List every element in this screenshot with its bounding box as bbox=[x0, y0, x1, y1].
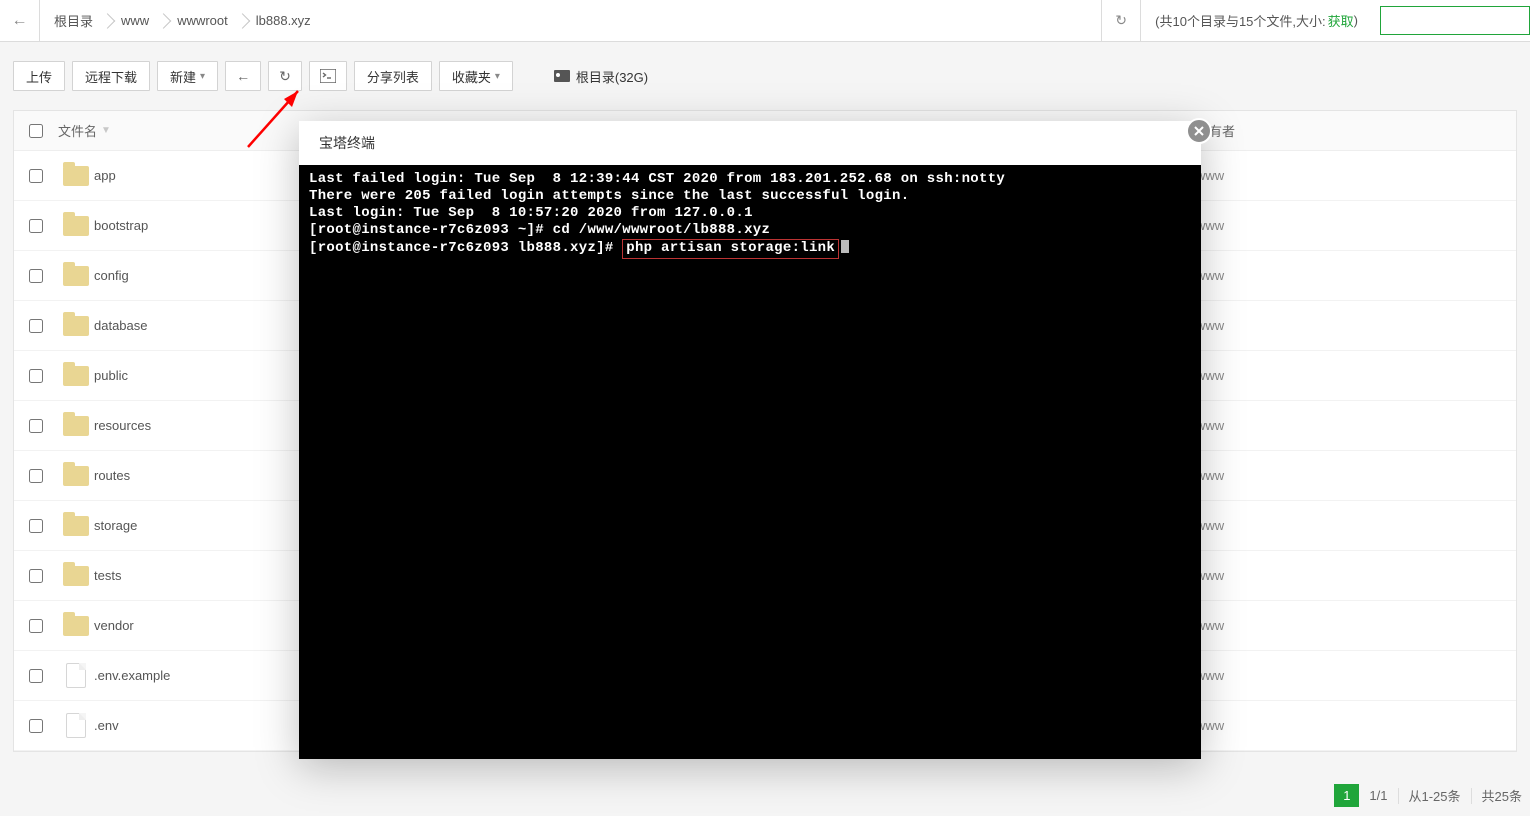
modal-close-button[interactable] bbox=[1186, 118, 1212, 144]
terminal-modal: 宝塔终端 Last failed login: Tue Sep 8 12:39:… bbox=[299, 121, 1201, 759]
terminal-output[interactable]: Last failed login: Tue Sep 8 12:39:44 CS… bbox=[299, 165, 1201, 759]
modal-title: 宝塔终端 bbox=[299, 121, 1201, 165]
